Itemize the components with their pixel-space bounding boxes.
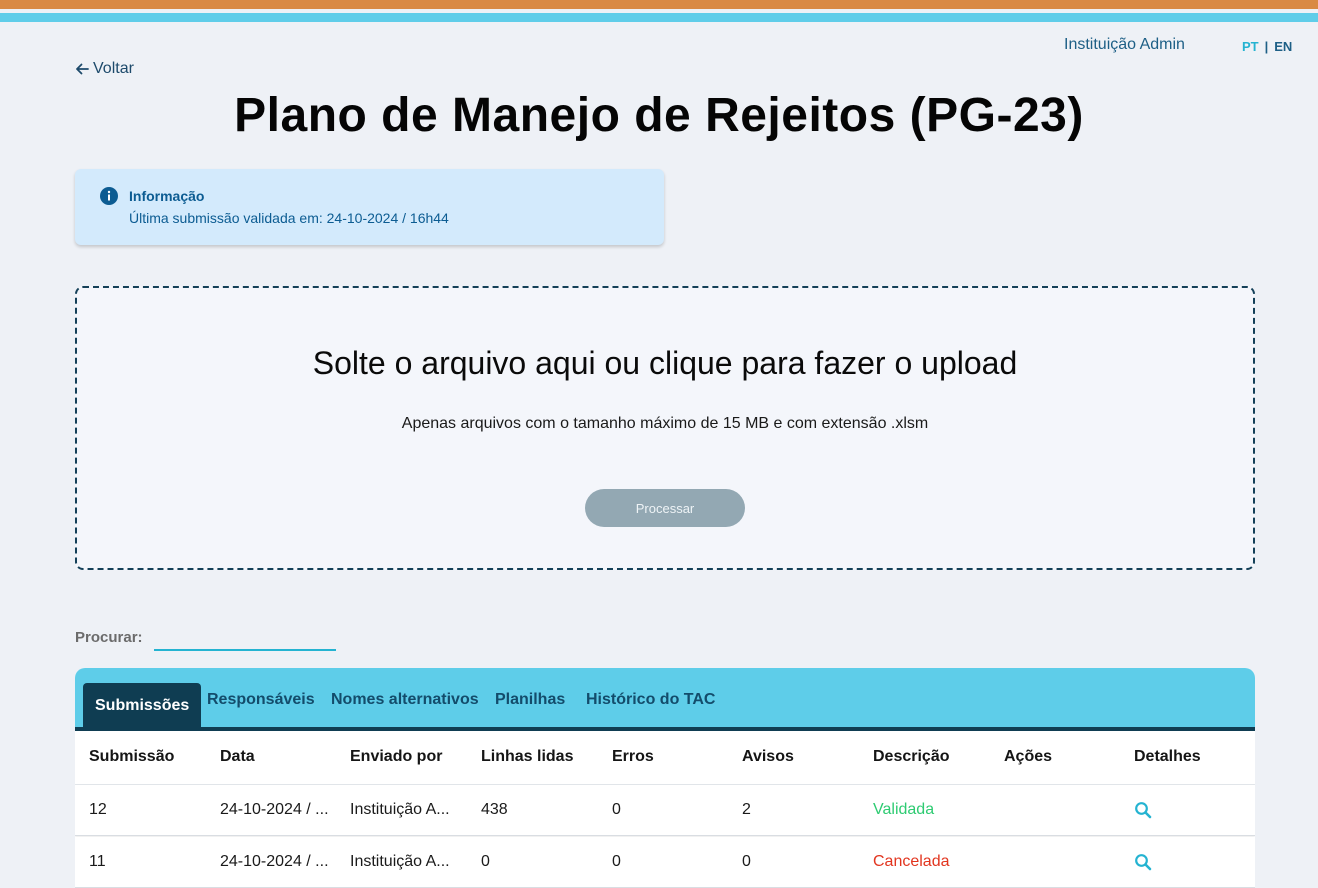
back-link[interactable]: Voltar bbox=[74, 60, 134, 78]
user-name[interactable]: Instituição Admin bbox=[1064, 36, 1185, 54]
search-input[interactable] bbox=[154, 626, 336, 651]
tab-submissoes[interactable]: Submissões bbox=[83, 683, 202, 731]
tab-responsaveis[interactable]: Responsáveis bbox=[207, 691, 315, 709]
col-header-acoes: Ações bbox=[1004, 748, 1053, 765]
col-header-descricao[interactable]: Descrição bbox=[873, 748, 983, 766]
dropzone-subtitle: Apenas arquivos com o tamanho máximo de … bbox=[401, 415, 929, 432]
status-badge: Cancelada bbox=[873, 853, 950, 870]
top-blue-stripe bbox=[0, 13, 1318, 22]
search-icon[interactable] bbox=[1134, 801, 1152, 819]
tab-historico-tac[interactable]: Histórico do TAC bbox=[586, 691, 715, 709]
top-orange-stripe bbox=[0, 0, 1318, 9]
info-icon bbox=[100, 187, 118, 205]
cell-sent-by: Instituição A... bbox=[350, 801, 450, 818]
col-header-erros[interactable]: Erros bbox=[612, 748, 722, 766]
status-badge: Validada bbox=[873, 801, 935, 818]
tab-planilhas[interactable]: Planilhas bbox=[495, 691, 565, 709]
page-title: Plano de Manejo de Rejeitos (PG-23) bbox=[234, 89, 1084, 142]
tab-nomes-alternativos[interactable]: Nomes alternativos bbox=[331, 691, 479, 709]
language-switcher: PT | EN bbox=[1242, 39, 1292, 54]
cell-warnings: 2 bbox=[742, 801, 751, 818]
cell-submission: 11 bbox=[89, 853, 106, 870]
col-header-avisos[interactable]: Avisos bbox=[742, 748, 852, 766]
submissions-panel: Submissões Responsáveis Nomes alternativ… bbox=[75, 668, 1255, 888]
back-label: Voltar bbox=[93, 60, 134, 77]
lang-pt-link[interactable]: PT bbox=[1242, 39, 1259, 54]
cell-lines-read: 0 bbox=[481, 853, 490, 870]
cell-warnings: 0 bbox=[742, 853, 751, 870]
info-title: Informação bbox=[129, 188, 205, 204]
col-header-submissao[interactable]: Submissão bbox=[89, 748, 199, 766]
table-row: 12 24-10-2024 / ... Instituição A... 438… bbox=[75, 785, 1255, 836]
search-icon[interactable] bbox=[1134, 853, 1152, 871]
cell-errors: 0 bbox=[612, 853, 621, 870]
dropzone-title: Solte o arquivo aqui ou clique para faze… bbox=[312, 345, 1018, 381]
search-label: Procurar: bbox=[75, 629, 143, 646]
tab-bar: Submissões Responsáveis Nomes alternativ… bbox=[75, 668, 1255, 731]
info-alert: Informação Última submissão validada em:… bbox=[75, 169, 664, 245]
cell-submission: 12 bbox=[89, 801, 107, 818]
cell-errors: 0 bbox=[612, 801, 621, 818]
col-header-linhas-lidas[interactable]: Linhas lidas bbox=[481, 748, 591, 766]
process-button[interactable]: Processar bbox=[585, 489, 745, 527]
cell-lines-read: 438 bbox=[481, 801, 508, 818]
file-dropzone[interactable]: Solte o arquivo aqui ou clique para faze… bbox=[75, 286, 1255, 570]
cell-date: 24-10-2024 / ... bbox=[220, 801, 329, 818]
col-header-enviado-por[interactable]: Enviado por bbox=[350, 748, 454, 766]
lang-separator: | bbox=[1264, 39, 1269, 54]
arrow-left-icon bbox=[76, 63, 89, 75]
col-header-detalhes: Detalhes bbox=[1134, 748, 1201, 765]
cell-date: 24-10-2024 / ... bbox=[220, 853, 329, 870]
lang-en-link[interactable]: EN bbox=[1274, 39, 1292, 54]
col-header-data[interactable]: Data bbox=[220, 748, 330, 766]
cell-sent-by: Instituição A... bbox=[350, 853, 450, 870]
info-text: Última submissão validada em: 24-10-2024… bbox=[129, 210, 449, 226]
table-header: Submissão Data Enviado por Linhas lidas … bbox=[75, 731, 1255, 785]
table-row: 11 24-10-2024 / ... Instituição A... 0 0… bbox=[75, 837, 1255, 888]
